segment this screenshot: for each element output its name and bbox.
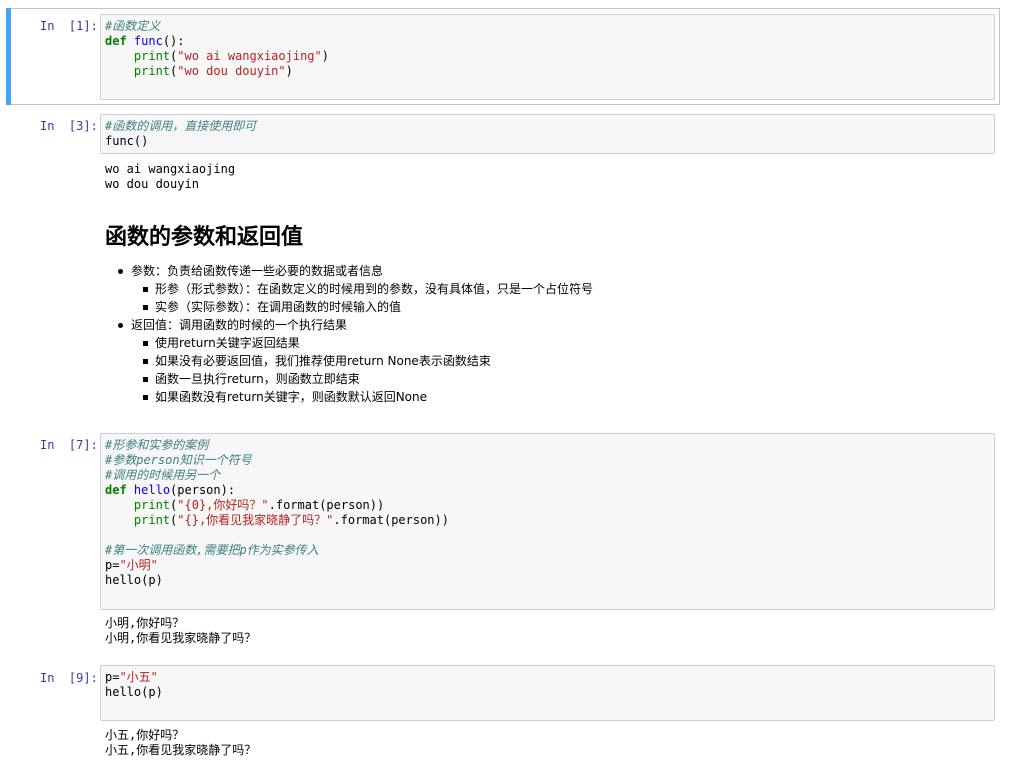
cell-1-prompt: In [1]:: [40, 19, 98, 33]
code-signature: ():: [162, 34, 185, 48]
output-line: 小明,你看见我家晓静了吗？: [105, 631, 257, 645]
code-keyword-def: def: [105, 34, 127, 48]
output-line: 小明,你好吗？: [105, 616, 185, 630]
code-print: print: [133, 64, 171, 78]
code-assign: p=: [105, 670, 120, 684]
cell-7-prompt: In [7]:: [40, 438, 98, 452]
code-function-name: hello: [133, 483, 171, 497]
code-comment: #调用的时候用另一个: [105, 468, 221, 482]
cell-7-output: 小明,你好吗？ 小明,你看见我家晓静了吗？: [105, 616, 256, 646]
cell-3-prompt: In [3]:: [40, 119, 98, 133]
cell-3-output: wo ai wangxiaojing wo dou douyin: [105, 162, 235, 192]
code-string: "{0},你好吗？": [177, 498, 269, 512]
list-item: 形参（形式参数）：在函数定义的时候用到的参数，没有具体值，只是一个占位符号: [105, 280, 593, 298]
code-print: print: [133, 49, 171, 63]
code-paren: ): [285, 64, 293, 78]
code-string: "wo dou douyin": [177, 64, 286, 78]
cell-3-input[interactable]: #函数的调用，直接使用即可 func(): [100, 114, 995, 154]
cell-9-output: 小五,你好吗？ 小五,你看见我家晓静了吗？: [105, 728, 256, 758]
code-signature: (person):: [170, 483, 236, 497]
code-string: "{},你看见我家晓静了吗？": [177, 513, 334, 527]
code-string: "wo ai wangxiaojing": [177, 49, 322, 63]
list-item: 如果函数没有return关键字，则函数默认返回None: [105, 388, 593, 406]
code-call: hello(p): [105, 573, 163, 587]
code-comment: #函数定义: [105, 19, 161, 33]
list-item: 函数一旦执行return，则函数立即结束: [105, 370, 593, 388]
cell-9-input[interactable]: p="小五" hello(p): [100, 665, 995, 721]
cell-1-code[interactable]: #函数定义 def func(): print("wo ai wangxiaoj…: [101, 15, 994, 79]
code-paren: ): [321, 49, 329, 63]
list-item: 返回值：调用函数的时候的一个执行结果: [105, 316, 593, 334]
output-line: 小五,你好吗？: [105, 728, 185, 742]
list-item: 使用return关键字返回结果: [105, 334, 593, 352]
code-function-name: func: [133, 34, 163, 48]
code-comment: #参数person知识一个符号: [105, 453, 252, 467]
markdown-heading: 函数的参数和返回值: [105, 225, 304, 250]
code-keyword-def: def: [105, 483, 127, 497]
cell-9-prompt: In [9]:: [40, 671, 98, 685]
code-comment: #函数的调用，直接使用即可: [105, 119, 257, 133]
cell-7-input[interactable]: #形参和实参的案例 #参数person知识一个符号 #调用的时候用另一个 def…: [100, 433, 995, 610]
code-print: print: [133, 498, 171, 512]
code-print: print: [133, 513, 171, 527]
output-line: wo ai wangxiaojing: [105, 162, 236, 176]
selected-cell-indicator: [6, 8, 11, 105]
cell-1-input[interactable]: #函数定义 def func(): print("wo ai wangxiaoj…: [100, 14, 995, 100]
list-item: 实参（实际参数）：在调用函数的时候输入的值: [105, 298, 593, 316]
code-format: .format(person)): [268, 498, 385, 512]
output-line: 小五,你看见我家晓静了吗？: [105, 743, 257, 757]
code-format: .format(person)): [333, 513, 449, 527]
cell-3-code[interactable]: #函数的调用，直接使用即可 func(): [101, 115, 994, 149]
cell-9-code[interactable]: p="小五" hello(p): [101, 666, 994, 700]
code-string: "小明": [119, 558, 158, 572]
list-item: 参数：负责给函数传递一些必要的数据或者信息: [105, 262, 593, 280]
output-line: wo dou douyin: [105, 177, 199, 191]
code-string: "小五": [119, 670, 158, 684]
cell-7-code[interactable]: #形参和实参的案例 #参数person知识一个符号 #调用的时候用另一个 def…: [101, 434, 994, 588]
code-comment: #第一次调用函数,需要把p作为实参传入: [105, 543, 319, 557]
code-assign: p=: [105, 558, 120, 572]
code-call: func(): [105, 134, 149, 148]
markdown-list: 参数：负责给函数传递一些必要的数据或者信息 形参（形式参数）：在函数定义的时候用…: [105, 262, 593, 406]
code-comment: #形参和实参的案例: [105, 438, 209, 452]
list-item: 如果没有必要返回值，我们推荐使用return None表示函数结束: [105, 352, 593, 370]
code-call: hello(p): [105, 685, 163, 699]
